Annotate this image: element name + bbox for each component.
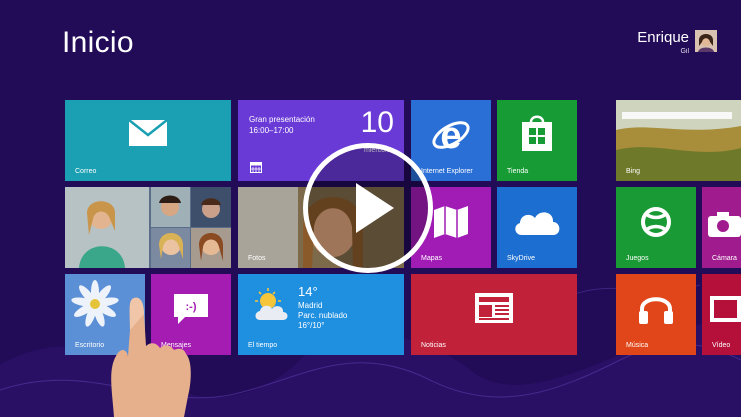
tile-label: SkyDrive xyxy=(507,255,536,262)
tile-label: Vídeo xyxy=(712,342,731,349)
tile-label: Tienda xyxy=(507,168,529,175)
avatar xyxy=(695,30,717,52)
tile-music[interactable]: Música xyxy=(616,274,696,355)
weather-condition: Parc. nublado xyxy=(298,311,348,320)
tile-store[interactable]: Tienda xyxy=(497,100,577,181)
weather-temperature: 14° xyxy=(298,284,318,299)
calendar-day: 10 xyxy=(360,106,394,139)
tile-label: Música xyxy=(626,342,649,349)
tile-mail[interactable]: Correo xyxy=(65,100,231,181)
weather-range: 16°/10° xyxy=(298,321,325,330)
internet-explorer-icon: e xyxy=(432,115,470,155)
user-first-name: Enrique xyxy=(637,29,689,46)
calendar-icon xyxy=(250,162,262,173)
tile-skydrive[interactable]: SkyDrive xyxy=(497,187,577,268)
user-last-name: Gil xyxy=(680,48,689,55)
svg-text:e: e xyxy=(440,115,461,155)
news-icon xyxy=(475,293,513,323)
tile-video[interactable]: Vídeo xyxy=(702,274,741,355)
tile-label: Correo xyxy=(75,168,97,175)
user-account[interactable]: Enrique Gil xyxy=(637,30,717,55)
map-icon xyxy=(434,206,468,238)
tile-label: Cámara xyxy=(712,255,737,262)
tile-people[interactable] xyxy=(65,187,231,268)
tile-label: Bing xyxy=(626,168,641,175)
people-photos xyxy=(65,187,231,268)
tile-label: Fotos xyxy=(248,255,266,262)
tile-news[interactable]: Noticias xyxy=(411,274,577,355)
tile-camera[interactable]: Cámara xyxy=(702,187,741,268)
play-button[interactable] xyxy=(303,143,433,273)
headphones-icon xyxy=(639,297,673,324)
tile-label: Noticias xyxy=(421,342,446,349)
tile-weather[interactable]: 14° Madrid Parc. nublado 16°/10° El tiem… xyxy=(238,274,404,355)
tile-bing[interactable]: Bing xyxy=(616,100,741,181)
store-icon xyxy=(522,115,552,151)
tile-games[interactable]: Juegos xyxy=(616,187,696,268)
tile-label: El tiempo xyxy=(248,342,278,349)
tile-label: Internet Explorer xyxy=(421,168,473,175)
weather-city: Madrid xyxy=(298,301,323,310)
hand-gesture xyxy=(111,297,191,417)
cloud-icon xyxy=(515,212,560,235)
mail-icon xyxy=(128,119,168,146)
tile-label: Juegos xyxy=(626,255,649,262)
camera-icon xyxy=(708,212,741,237)
video-icon xyxy=(710,296,741,322)
calendar-event-time: 16:00–17:00 xyxy=(249,126,294,135)
gamepad-icon xyxy=(641,207,671,237)
calendar-event-title: Gran presentación xyxy=(249,115,315,124)
start-screen-title: Inicio xyxy=(62,26,134,59)
sun-cloud-icon xyxy=(255,288,288,320)
play-icon xyxy=(356,183,394,233)
